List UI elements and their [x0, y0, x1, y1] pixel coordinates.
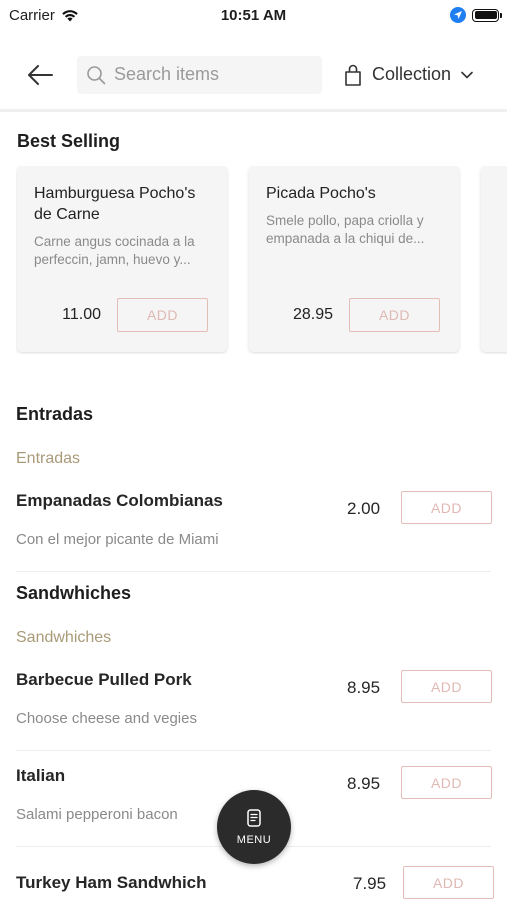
status-bar: Carrier 10:51 AM	[0, 0, 507, 30]
top-bar: Collection	[0, 40, 507, 112]
card-price: 11.00	[62, 306, 101, 323]
add-button[interactable]: ADD	[403, 866, 494, 899]
carrier-label: Carrier	[9, 6, 55, 24]
card-price: 28.95	[292, 306, 333, 323]
card-description: Smele pollo, papa criolla y empanada a l…	[266, 213, 425, 246]
item-name: Barbecue Pulled Pork	[16, 670, 192, 689]
status-left: Carrier	[9, 7, 79, 24]
card-description: Carne angus cocinada a la perfeccin, jam…	[34, 234, 195, 267]
item-price: 8.95	[347, 774, 381, 793]
shopping-bag-icon	[345, 64, 361, 86]
category-title: Entradas	[16, 404, 94, 424]
card-title: Hamburguesa Pocho's de Carne	[34, 185, 196, 223]
menu-fab-label: MENU	[236, 834, 272, 846]
item-price: 7.95	[353, 874, 387, 893]
back-button[interactable]	[20, 55, 60, 95]
item-name: Empanadas Colombianas	[16, 491, 223, 510]
divider	[16, 750, 491, 751]
location-icon	[450, 7, 466, 23]
arrow-left-icon	[28, 64, 53, 85]
status-right	[450, 7, 502, 23]
search-icon	[87, 65, 106, 84]
add-button[interactable]: ADD	[117, 298, 208, 332]
search-box[interactable]	[77, 55, 322, 94]
best-selling-card[interactable]: Hamburguesa Pocho's de Carne Carne angus…	[17, 166, 227, 352]
best-selling-card-partial[interactable]	[481, 166, 507, 352]
item-description: Choose cheese and vegies	[16, 710, 197, 727]
menu-item[interactable]: Turkey Ham Sandwhich 7.95 ADD	[16, 866, 494, 900]
menu-item[interactable]: Empanadas Colombianas Con el mejor pican…	[16, 491, 492, 551]
item-price: 8.95	[347, 678, 381, 697]
battery-icon	[472, 8, 502, 22]
best-selling-card[interactable]: Picada Pocho's Smele pollo, papa criolla…	[249, 166, 459, 352]
menu-document-icon	[247, 809, 261, 827]
best-selling-carousel[interactable]: Hamburguesa Pocho's de Carne Carne angus…	[16, 166, 507, 354]
best-selling-title: Best Selling	[17, 131, 121, 151]
collection-dropdown[interactable]: Collection	[344, 64, 473, 86]
category-subtitle: Entradas	[16, 450, 81, 467]
add-button[interactable]: ADD	[401, 766, 492, 799]
collection-label: Collection	[372, 64, 452, 84]
item-description: Salami pepperoni bacon	[16, 806, 178, 823]
add-button[interactable]: ADD	[401, 670, 492, 703]
category-title: Sandwhiches	[16, 583, 132, 603]
menu-item[interactable]: Barbecue Pulled Pork Choose cheese and v…	[16, 670, 492, 730]
category-subtitle: Sandwhiches	[16, 629, 112, 646]
menu-fab-button[interactable]: MENU	[217, 790, 291, 864]
item-price: 2.00	[347, 499, 381, 518]
add-button[interactable]: ADD	[401, 491, 492, 524]
item-name: Italian	[16, 766, 66, 785]
item-description: Con el mejor picante de Miami	[16, 531, 219, 548]
item-name: Turkey Ham Sandwhich	[16, 873, 207, 892]
card-title: Picada Pocho's	[266, 185, 376, 202]
wifi-icon	[62, 9, 78, 21]
search-input[interactable]	[114, 64, 304, 85]
add-button[interactable]: ADD	[349, 298, 440, 332]
chevron-down-icon	[461, 71, 473, 79]
divider	[16, 571, 491, 572]
